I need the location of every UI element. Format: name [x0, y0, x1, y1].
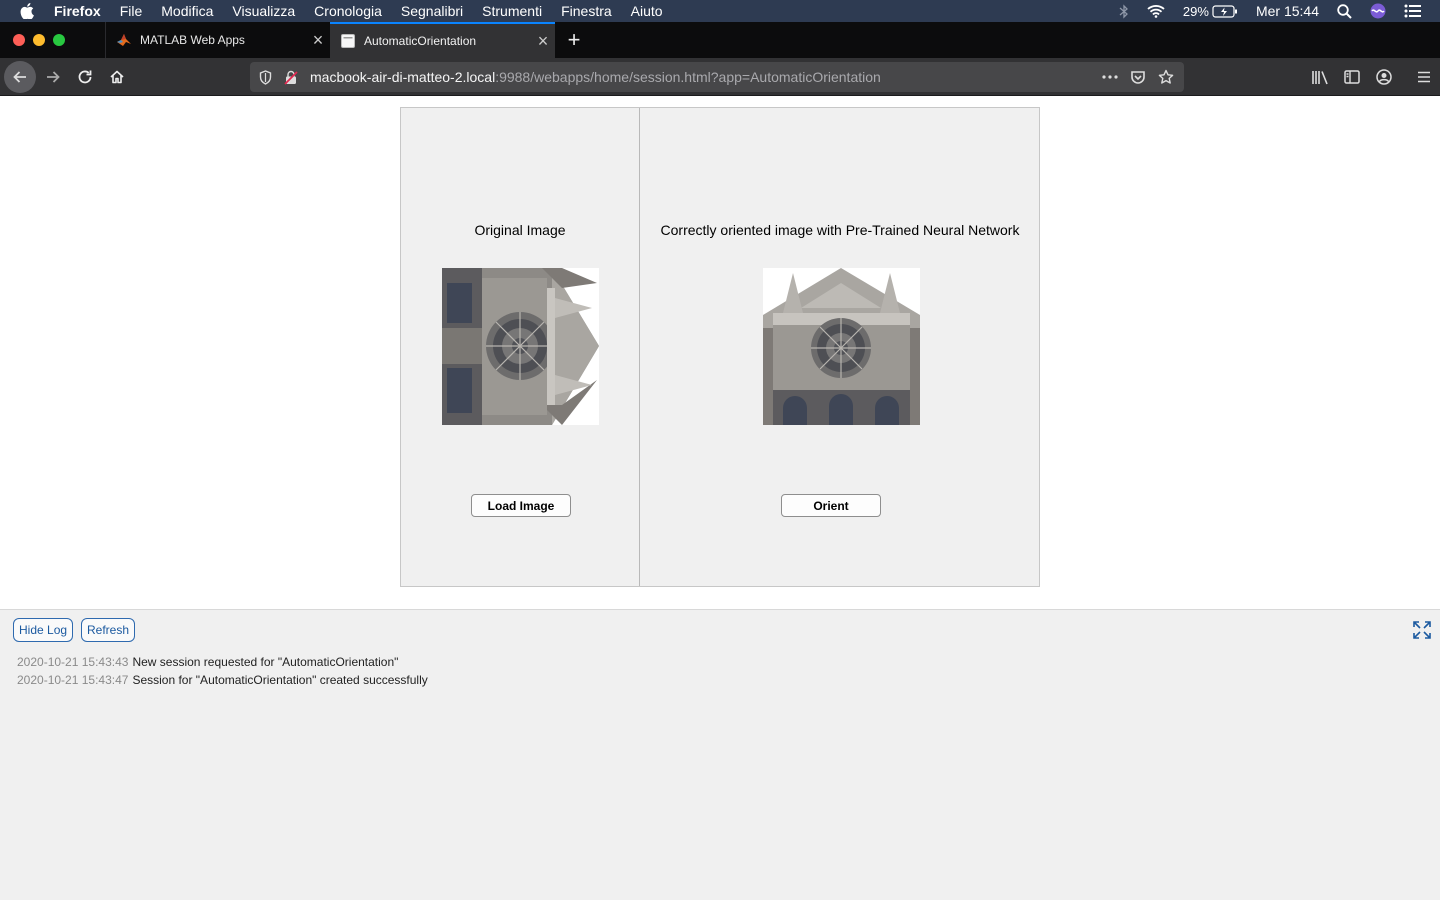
page-actions-icon[interactable]: [1096, 75, 1124, 79]
matlab-icon: [116, 32, 132, 48]
siri-icon[interactable]: [1370, 3, 1386, 19]
original-image-panel: Original Image Load Image: [401, 108, 640, 586]
back-button[interactable]: [4, 61, 36, 93]
bluetooth-icon[interactable]: [1119, 3, 1129, 19]
clock[interactable]: Mer 15:44: [1256, 3, 1319, 19]
url-host: macbook-air-di-matteo-2.local: [310, 69, 496, 85]
close-tab-icon[interactable]: ×: [531, 31, 555, 52]
reload-button[interactable]: [69, 61, 101, 93]
tracking-protection-shield-icon[interactable]: [254, 69, 276, 85]
menu-cronologia[interactable]: Cronologia: [314, 3, 382, 19]
arrow-right-icon: [47, 71, 60, 83]
address-bar[interactable]: macbook-air-di-matteo-2.local:9988/webap…: [250, 62, 1184, 92]
refresh-button[interactable]: Refresh: [81, 618, 136, 642]
account-icon[interactable]: [1368, 69, 1400, 85]
battery-indicator[interactable]: 29%: [1183, 4, 1238, 19]
battery-percent: 29%: [1182, 3, 1209, 19]
apple-icon[interactable]: [0, 3, 54, 19]
app-figure: Original Image Load Image Correctly orie…: [400, 107, 1040, 587]
expand-icon[interactable]: [1412, 620, 1432, 640]
home-icon: [110, 70, 124, 84]
close-tab-icon[interactable]: ×: [306, 30, 330, 51]
oriented-image-title: Correctly oriented image with Pre-Traine…: [660, 222, 1020, 238]
orient-button[interactable]: Orient: [781, 494, 881, 517]
log-entries: 2020-10-21 15:43:43 New session requested…: [17, 653, 428, 689]
spotlight-search-icon[interactable]: [1337, 3, 1352, 19]
menu-finestra[interactable]: Finestra: [561, 3, 612, 19]
close-window-button[interactable]: [13, 34, 25, 46]
load-image-button[interactable]: Load Image: [471, 494, 571, 517]
pocket-icon[interactable]: [1124, 70, 1152, 85]
original-image: [442, 268, 599, 425]
menu-file[interactable]: File: [120, 3, 143, 19]
library-icon[interactable]: [1304, 70, 1336, 85]
url-path: :9988/webapps/home/session.html?app=Auto…: [495, 69, 881, 85]
log-entry: 2020-10-21 15:43:43 New session requested…: [17, 653, 428, 671]
page-icon: [340, 33, 356, 49]
forward-button[interactable]: [37, 61, 69, 93]
window-controls: [13, 34, 73, 46]
wifi-icon[interactable]: [1147, 4, 1165, 18]
tab-matlab-web-apps[interactable]: MATLAB Web Apps ×: [105, 22, 330, 58]
original-image-title: Original Image: [474, 222, 566, 238]
notification-center-icon[interactable]: [1404, 4, 1422, 18]
menu-modifica[interactable]: Modifica: [161, 3, 213, 19]
minimize-window-button[interactable]: [33, 34, 45, 46]
log-timestamp: 2020-10-21 15:43:47: [17, 673, 129, 687]
menu-firefox[interactable]: Firefox: [54, 3, 101, 19]
log-timestamp: 2020-10-21 15:43:43: [17, 655, 129, 669]
log-message: Session for "AutomaticOrientation" creat…: [132, 673, 428, 687]
battery-charging-icon: [1212, 4, 1237, 18]
menu-aiuto[interactable]: Aiuto: [631, 3, 663, 19]
home-button[interactable]: [101, 61, 133, 93]
hamburger-menu-icon[interactable]: [1408, 71, 1440, 83]
sidebar-icon[interactable]: [1336, 70, 1368, 84]
bookmark-star-icon[interactable]: [1152, 69, 1180, 85]
url-text: macbook-air-di-matteo-2.local:9988/webap…: [310, 69, 881, 85]
log-message: New session requested for "AutomaticOrie…: [132, 655, 399, 669]
insecure-connection-icon[interactable]: [280, 70, 302, 85]
reload-icon: [78, 70, 92, 84]
navigation-toolbar: macbook-air-di-matteo-2.local:9988/webap…: [0, 58, 1440, 96]
menu-strumenti[interactable]: Strumenti: [482, 3, 542, 19]
tab-automatic-orientation[interactable]: AutomaticOrientation ×: [330, 22, 555, 58]
macos-menubar: Firefox File Modifica Visualizza Cronolo…: [0, 0, 1440, 22]
arrow-left-icon: [13, 71, 26, 83]
log-pane: Hide Log Refresh 2020-10-21 15:43:43 New …: [0, 609, 1440, 900]
tab-strip: MATLAB Web Apps × AutomaticOrientation ×…: [0, 22, 1440, 58]
hide-log-button[interactable]: Hide Log: [13, 618, 74, 642]
menu-visualizza[interactable]: Visualizza: [232, 3, 295, 19]
tab-title: MATLAB Web Apps: [140, 33, 245, 47]
log-entry: 2020-10-21 15:43:47 Session for "Automati…: [17, 671, 428, 689]
zoom-window-button[interactable]: [53, 34, 65, 46]
menu-segnalibri[interactable]: Segnalibri: [401, 3, 463, 19]
oriented-image-panel: Correctly oriented image with Pre-Traine…: [641, 108, 1039, 586]
new-tab-button[interactable]: +: [562, 26, 586, 54]
tab-title: AutomaticOrientation: [364, 34, 477, 48]
oriented-image: [763, 268, 920, 425]
